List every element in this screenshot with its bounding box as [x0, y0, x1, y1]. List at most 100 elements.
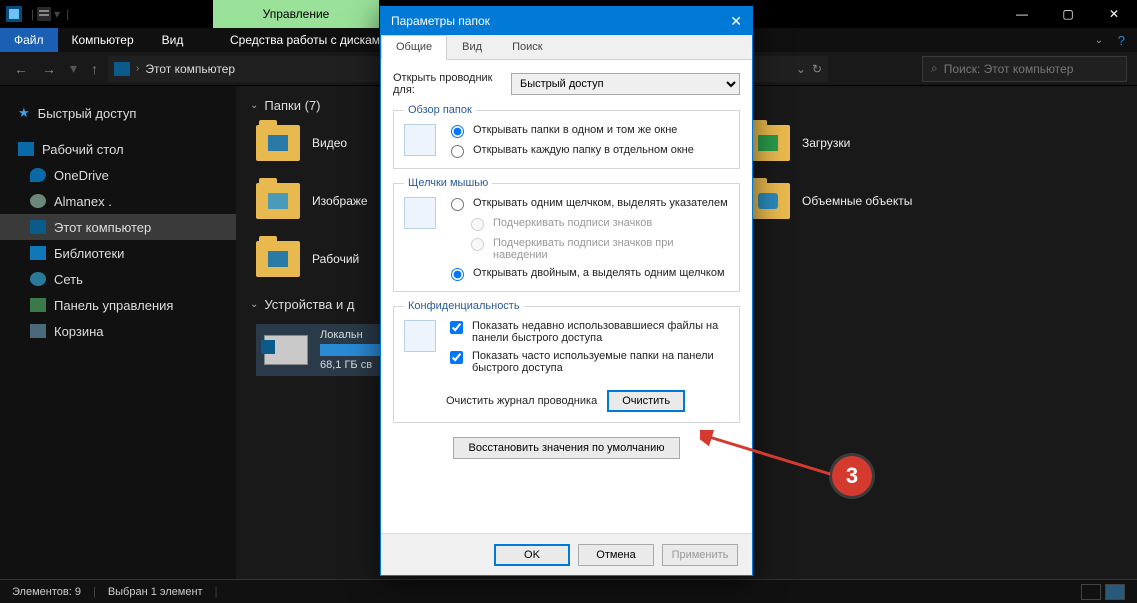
app-icon [6, 6, 22, 22]
sidebar-item-user[interactable]: Almanex . [0, 188, 236, 214]
opt-label: Подчеркивать подписи значков при наведен… [493, 237, 729, 261]
opt-label: Открывать одним щелчком, выделять указат… [473, 197, 728, 209]
radio-double-click[interactable]: Открывать двойным, а выделять одним щелч… [446, 267, 729, 281]
tab-search[interactable]: Поиск [497, 35, 557, 59]
tab-pane-general: Открыть проводник для: Быстрый доступ Об… [381, 60, 752, 481]
checkbox-input[interactable] [450, 351, 463, 364]
separator: | [66, 7, 69, 21]
radio-new-window[interactable]: Открывать каждую папку в отдельном окне [446, 144, 694, 158]
opt-label: Подчеркивать подписи значков [493, 217, 652, 229]
sidebar-label: Рабочий стол [42, 142, 124, 157]
sidebar-item-libraries[interactable]: Библиотеки [0, 240, 236, 266]
apply-button[interactable]: Применить [662, 544, 738, 566]
radio-underline-hover: Подчеркивать подписи значков при наведен… [466, 237, 729, 261]
network-icon [30, 272, 46, 286]
dialog-title: Параметры папок [391, 14, 490, 28]
view-details-button[interactable] [1081, 584, 1101, 600]
menu-computer[interactable]: Компьютер [58, 29, 148, 51]
radio-single-click[interactable]: Открывать одним щелчком, выделять указат… [446, 197, 729, 211]
browse-icon [404, 124, 436, 156]
opt-label: Открывать папки в одном и том же окне [473, 124, 677, 136]
sidebar-label: Библиотеки [54, 246, 124, 261]
ribbon-context-tab[interactable]: Управление [213, 0, 379, 28]
sidebar-item-this-pc[interactable]: Этот компьютер [0, 214, 236, 240]
folder-icon [256, 241, 300, 277]
folder-label: Изображе [312, 194, 368, 208]
ok-button[interactable]: OK [494, 544, 570, 566]
radio-same-window[interactable]: Открывать папки в одном и том же окне [446, 124, 694, 138]
sidebar-item-onedrive[interactable]: OneDrive [0, 162, 236, 188]
minimize-button[interactable]: — [999, 0, 1045, 28]
desktop-icon [18, 142, 34, 156]
separator: | [31, 7, 34, 21]
check-freq-folders[interactable]: Показать часто используемые папки на пан… [446, 350, 729, 374]
opt-label: Открывать каждую папку в отдельном окне [473, 144, 694, 156]
sidebar-label: Панель управления [54, 298, 173, 313]
refresh-icon[interactable]: ↻ [812, 62, 822, 76]
folder-icon [256, 125, 300, 161]
radio-input[interactable] [451, 145, 464, 158]
radio-input[interactable] [451, 198, 464, 211]
sidebar: ★ Быстрый доступ Рабочий стол OneDrive Al… [0, 86, 236, 579]
nav-recent-chevron-icon[interactable]: ▾ [66, 60, 81, 77]
address-dropdown-icon[interactable]: ⌄ [796, 62, 806, 76]
radio-input[interactable] [451, 125, 464, 138]
tab-general[interactable]: Общие [381, 35, 447, 60]
quick-access-icon[interactable] [37, 7, 51, 21]
libraries-icon [30, 246, 46, 260]
menu-file[interactable]: Файл [0, 28, 58, 52]
pc-icon [114, 62, 130, 76]
sidebar-label: Быстрый доступ [38, 106, 137, 121]
tab-view[interactable]: Вид [447, 35, 497, 59]
chevron-right-icon: › [136, 63, 139, 74]
address-text: Этот компьютер [145, 62, 235, 76]
fieldset-privacy: Конфиденциальность Показать недавно испо… [393, 300, 740, 423]
folder-item-3dobjects[interactable]: Объемные объекты [746, 177, 996, 225]
search-input[interactable]: ⌕ Поиск: Этот компьютер [922, 56, 1127, 82]
legend: Обзор папок [404, 104, 476, 116]
nav-back[interactable]: ← [10, 61, 32, 77]
annotation-badge: 3 [832, 456, 872, 496]
sidebar-label: Этот компьютер [54, 220, 151, 235]
restore-defaults-button[interactable]: Восстановить значения по умолчанию [453, 437, 679, 459]
star-icon: ★ [18, 105, 30, 121]
sidebar-label: Сеть [54, 272, 83, 287]
nav-up[interactable]: ↑ [87, 61, 102, 77]
pc-icon [30, 220, 46, 234]
cancel-button[interactable]: Отмена [578, 544, 654, 566]
dialog-footer: OK Отмена Применить [381, 533, 752, 575]
status-selected: Выбран 1 элемент [108, 586, 203, 598]
separator: ▾ [54, 7, 60, 21]
folder-options-dialog: Параметры папок ✕ Общие Вид Поиск Открыт… [380, 6, 753, 576]
status-items: Элементов: 9 [12, 586, 81, 598]
folder-icon [256, 183, 300, 219]
sidebar-item-recycle-bin[interactable]: Корзина [0, 318, 236, 344]
checkbox-input[interactable] [450, 321, 463, 334]
menu-drive-tools[interactable]: Средства работы с дисками [216, 29, 401, 51]
help-icon[interactable]: ? [1118, 33, 1125, 48]
radio-input[interactable] [451, 268, 464, 281]
sidebar-item-desktop[interactable]: Рабочий стол [0, 136, 236, 162]
dialog-titlebar[interactable]: Параметры папок ✕ [381, 7, 752, 35]
maximize-button[interactable]: ▢ [1045, 0, 1091, 28]
control-panel-icon [30, 298, 46, 312]
fieldset-browse: Обзор папок Открывать папки в одном и то… [393, 104, 740, 169]
chevron-down-icon: ⌄ [250, 100, 258, 111]
dialog-close-button[interactable]: ✕ [730, 13, 742, 30]
search-icon: ⌕ [931, 61, 938, 76]
sidebar-label: Almanex . [54, 194, 112, 209]
sidebar-item-network[interactable]: Сеть [0, 266, 236, 292]
open-explorer-select[interactable]: Быстрый доступ [511, 73, 740, 95]
menu-view[interactable]: Вид [148, 29, 198, 51]
folder-item-downloads[interactable]: Загрузки [746, 119, 996, 167]
legend: Щелчки мышью [404, 177, 492, 189]
status-bar: Элементов: 9 | Выбран 1 элемент | [0, 579, 1137, 603]
view-tiles-button[interactable] [1105, 584, 1125, 600]
check-recent-files[interactable]: Показать недавно использовавшиеся файлы … [446, 320, 729, 344]
sidebar-item-control-panel[interactable]: Панель управления [0, 292, 236, 318]
nav-forward[interactable]: → [38, 61, 60, 77]
ribbon-expand-icon[interactable]: ⌄ [1095, 35, 1103, 46]
close-button[interactable]: ✕ [1091, 0, 1137, 28]
clear-history-button[interactable]: Очистить [607, 390, 685, 412]
sidebar-item-quick-access[interactable]: ★ Быстрый доступ [0, 100, 236, 126]
